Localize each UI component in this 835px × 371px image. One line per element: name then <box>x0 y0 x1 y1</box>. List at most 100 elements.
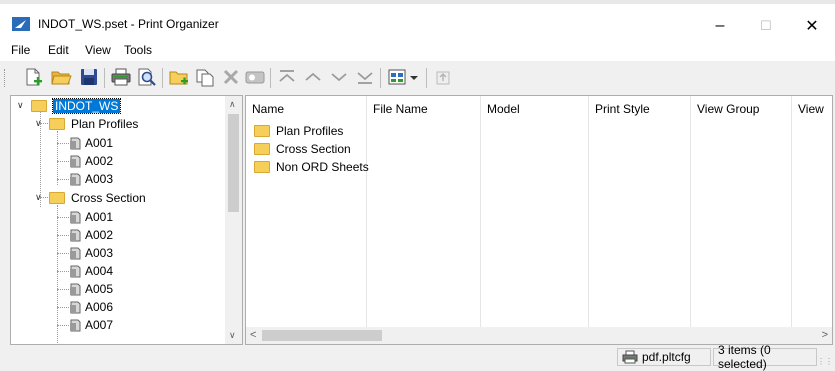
add-files-icon[interactable] <box>194 66 216 88</box>
tree-item-label: A004 <box>85 264 114 278</box>
scroll-down-arrow-icon[interactable]: ∨ <box>229 330 236 341</box>
tree-item[interactable]: A004 <box>69 262 113 280</box>
folder-icon <box>49 192 65 204</box>
tree-item-label: A003 <box>85 172 114 186</box>
list-item[interactable]: Plan Profiles <box>254 123 343 139</box>
tree-item-label: A006 <box>85 300 114 314</box>
open-icon[interactable] <box>50 66 72 88</box>
print-preview-icon[interactable] <box>136 66 158 88</box>
tree-folder-label: Plan Profiles <box>71 117 139 131</box>
move-to-bottom-icon[interactable] <box>354 66 376 88</box>
sheet-icon <box>70 229 81 241</box>
status-printer-label: pdf.pltcfg <box>642 350 691 364</box>
column-header-view-group[interactable]: View Group <box>691 96 791 121</box>
folder-icon <box>254 125 270 137</box>
tree-item[interactable]: A007 <box>69 316 113 334</box>
close-button[interactable]: ✕ <box>789 8 835 43</box>
tree-item[interactable]: A003 <box>69 170 113 188</box>
tree-vertical-scrollbar[interactable]: ∧ ∨ <box>225 96 242 344</box>
sheet-icon <box>70 319 81 331</box>
list-item-label: Cross Section <box>276 142 351 156</box>
printer-icon <box>622 350 638 364</box>
sheet-icon <box>70 301 81 313</box>
new-folder-icon[interactable] <box>168 66 190 88</box>
status-count-label: 3 items (0 selected) <box>718 343 771 371</box>
title-bar: INDOT_WS.pset - Print Organizer – ☐ ✕ <box>0 4 835 39</box>
list-item[interactable]: Cross Section <box>254 141 351 157</box>
display-icon[interactable] <box>386 66 408 88</box>
move-up-icon[interactable] <box>302 66 324 88</box>
tree-item[interactable]: A006 <box>69 298 113 316</box>
column-header-file-name[interactable]: File Name <box>367 96 480 121</box>
list-item-label: Non ORD Sheets <box>276 160 369 174</box>
scroll-up-arrow-icon[interactable]: ∧ <box>229 99 236 110</box>
list-item[interactable]: Non ORD Sheets <box>254 159 369 175</box>
tree-item[interactable]: A001 <box>69 208 113 226</box>
tree-item[interactable]: A003 <box>69 244 113 262</box>
column-header-print-style[interactable]: Print Style <box>589 96 690 121</box>
sheet-icon <box>70 137 81 149</box>
tree-root[interactable]: INDOT_WS <box>31 97 122 115</box>
tree-scroll-thumb[interactable] <box>228 114 239 212</box>
tree-pane[interactable]: ∨ INDOT_WS ∨ Plan Profiles A001 A002 A00… <box>10 95 243 345</box>
resize-grip-icon[interactable]: ⋮⋮ <box>817 357 833 366</box>
tree-folder-plan-profiles[interactable]: Plan Profiles <box>49 115 138 133</box>
toolbar-grip[interactable] <box>4 69 8 87</box>
sheet-icon <box>70 265 81 277</box>
status-item-count: 3 items (0 selected) <box>713 343 817 371</box>
maximize-button[interactable]: ☐ <box>743 8 789 43</box>
menu-edit[interactable]: Edit <box>48 43 69 57</box>
toolbar-separator <box>270 68 271 88</box>
new-icon[interactable] <box>22 66 44 88</box>
tree-item[interactable]: A001 <box>69 134 113 152</box>
tree-item-label: A007 <box>85 318 114 332</box>
delete-icon[interactable] <box>220 66 242 88</box>
column-header-model[interactable]: Model <box>481 96 588 121</box>
toolbar-separator <box>104 68 105 88</box>
column-divider <box>588 96 589 327</box>
window-title: INDOT_WS.pset - Print Organizer <box>38 17 219 31</box>
column-divider <box>480 96 481 327</box>
folder-icon <box>254 161 270 173</box>
tree-folder-cross-section[interactable]: Cross Section <box>49 189 146 207</box>
dropdown-icon[interactable] <box>408 66 420 88</box>
chevron-down-icon[interactable]: ∨ <box>35 192 42 203</box>
move-down-icon[interactable] <box>328 66 350 88</box>
tree-item-label: A002 <box>85 228 114 242</box>
chevron-down-icon[interactable]: ∨ <box>17 100 24 111</box>
column-header-view[interactable]: View <box>792 96 832 121</box>
list-scroll-thumb[interactable] <box>262 330 382 341</box>
tree-item[interactable]: A005 <box>69 280 113 298</box>
folder-icon <box>254 143 270 155</box>
sheet-icon <box>70 155 81 167</box>
column-divider <box>690 96 691 327</box>
status-printer[interactable]: pdf.pltcfg <box>617 348 711 366</box>
tree-item[interactable]: A002 <box>69 152 113 170</box>
properties-icon[interactable] <box>244 66 266 88</box>
scroll-right-arrow-icon[interactable]: > <box>822 329 828 341</box>
sheet-icon <box>70 247 81 259</box>
column-divider <box>366 96 367 327</box>
menu-bar: File Edit View Tools <box>0 39 835 61</box>
tree-folder-label: Cross Section <box>71 191 146 205</box>
list-horizontal-scrollbar[interactable]: < > <box>246 327 832 344</box>
menu-tools[interactable]: Tools <box>124 43 152 57</box>
go-to-parent-icon[interactable] <box>432 66 454 88</box>
tree-item[interactable]: A002 <box>69 226 113 244</box>
save-icon[interactable] <box>78 66 100 88</box>
app-icon <box>12 17 30 31</box>
scroll-left-arrow-icon[interactable]: < <box>250 329 256 341</box>
column-header-name[interactable]: Name <box>246 96 366 121</box>
toolbar-separator <box>162 68 163 88</box>
toolbar <box>0 61 835 93</box>
print-icon[interactable] <box>110 66 132 88</box>
menu-file[interactable]: File <box>11 43 30 57</box>
tree-root-label: INDOT_WS <box>51 98 122 114</box>
list-pane[interactable]: Name File Name Model Print Style View Gr… <box>245 95 833 345</box>
move-to-top-icon[interactable] <box>276 66 298 88</box>
tree-item-label: A001 <box>85 210 114 224</box>
chevron-down-icon[interactable]: ∨ <box>35 118 42 129</box>
toolbar-separator <box>380 68 381 88</box>
minimize-button[interactable]: – <box>697 8 743 43</box>
menu-view[interactable]: View <box>85 43 111 57</box>
